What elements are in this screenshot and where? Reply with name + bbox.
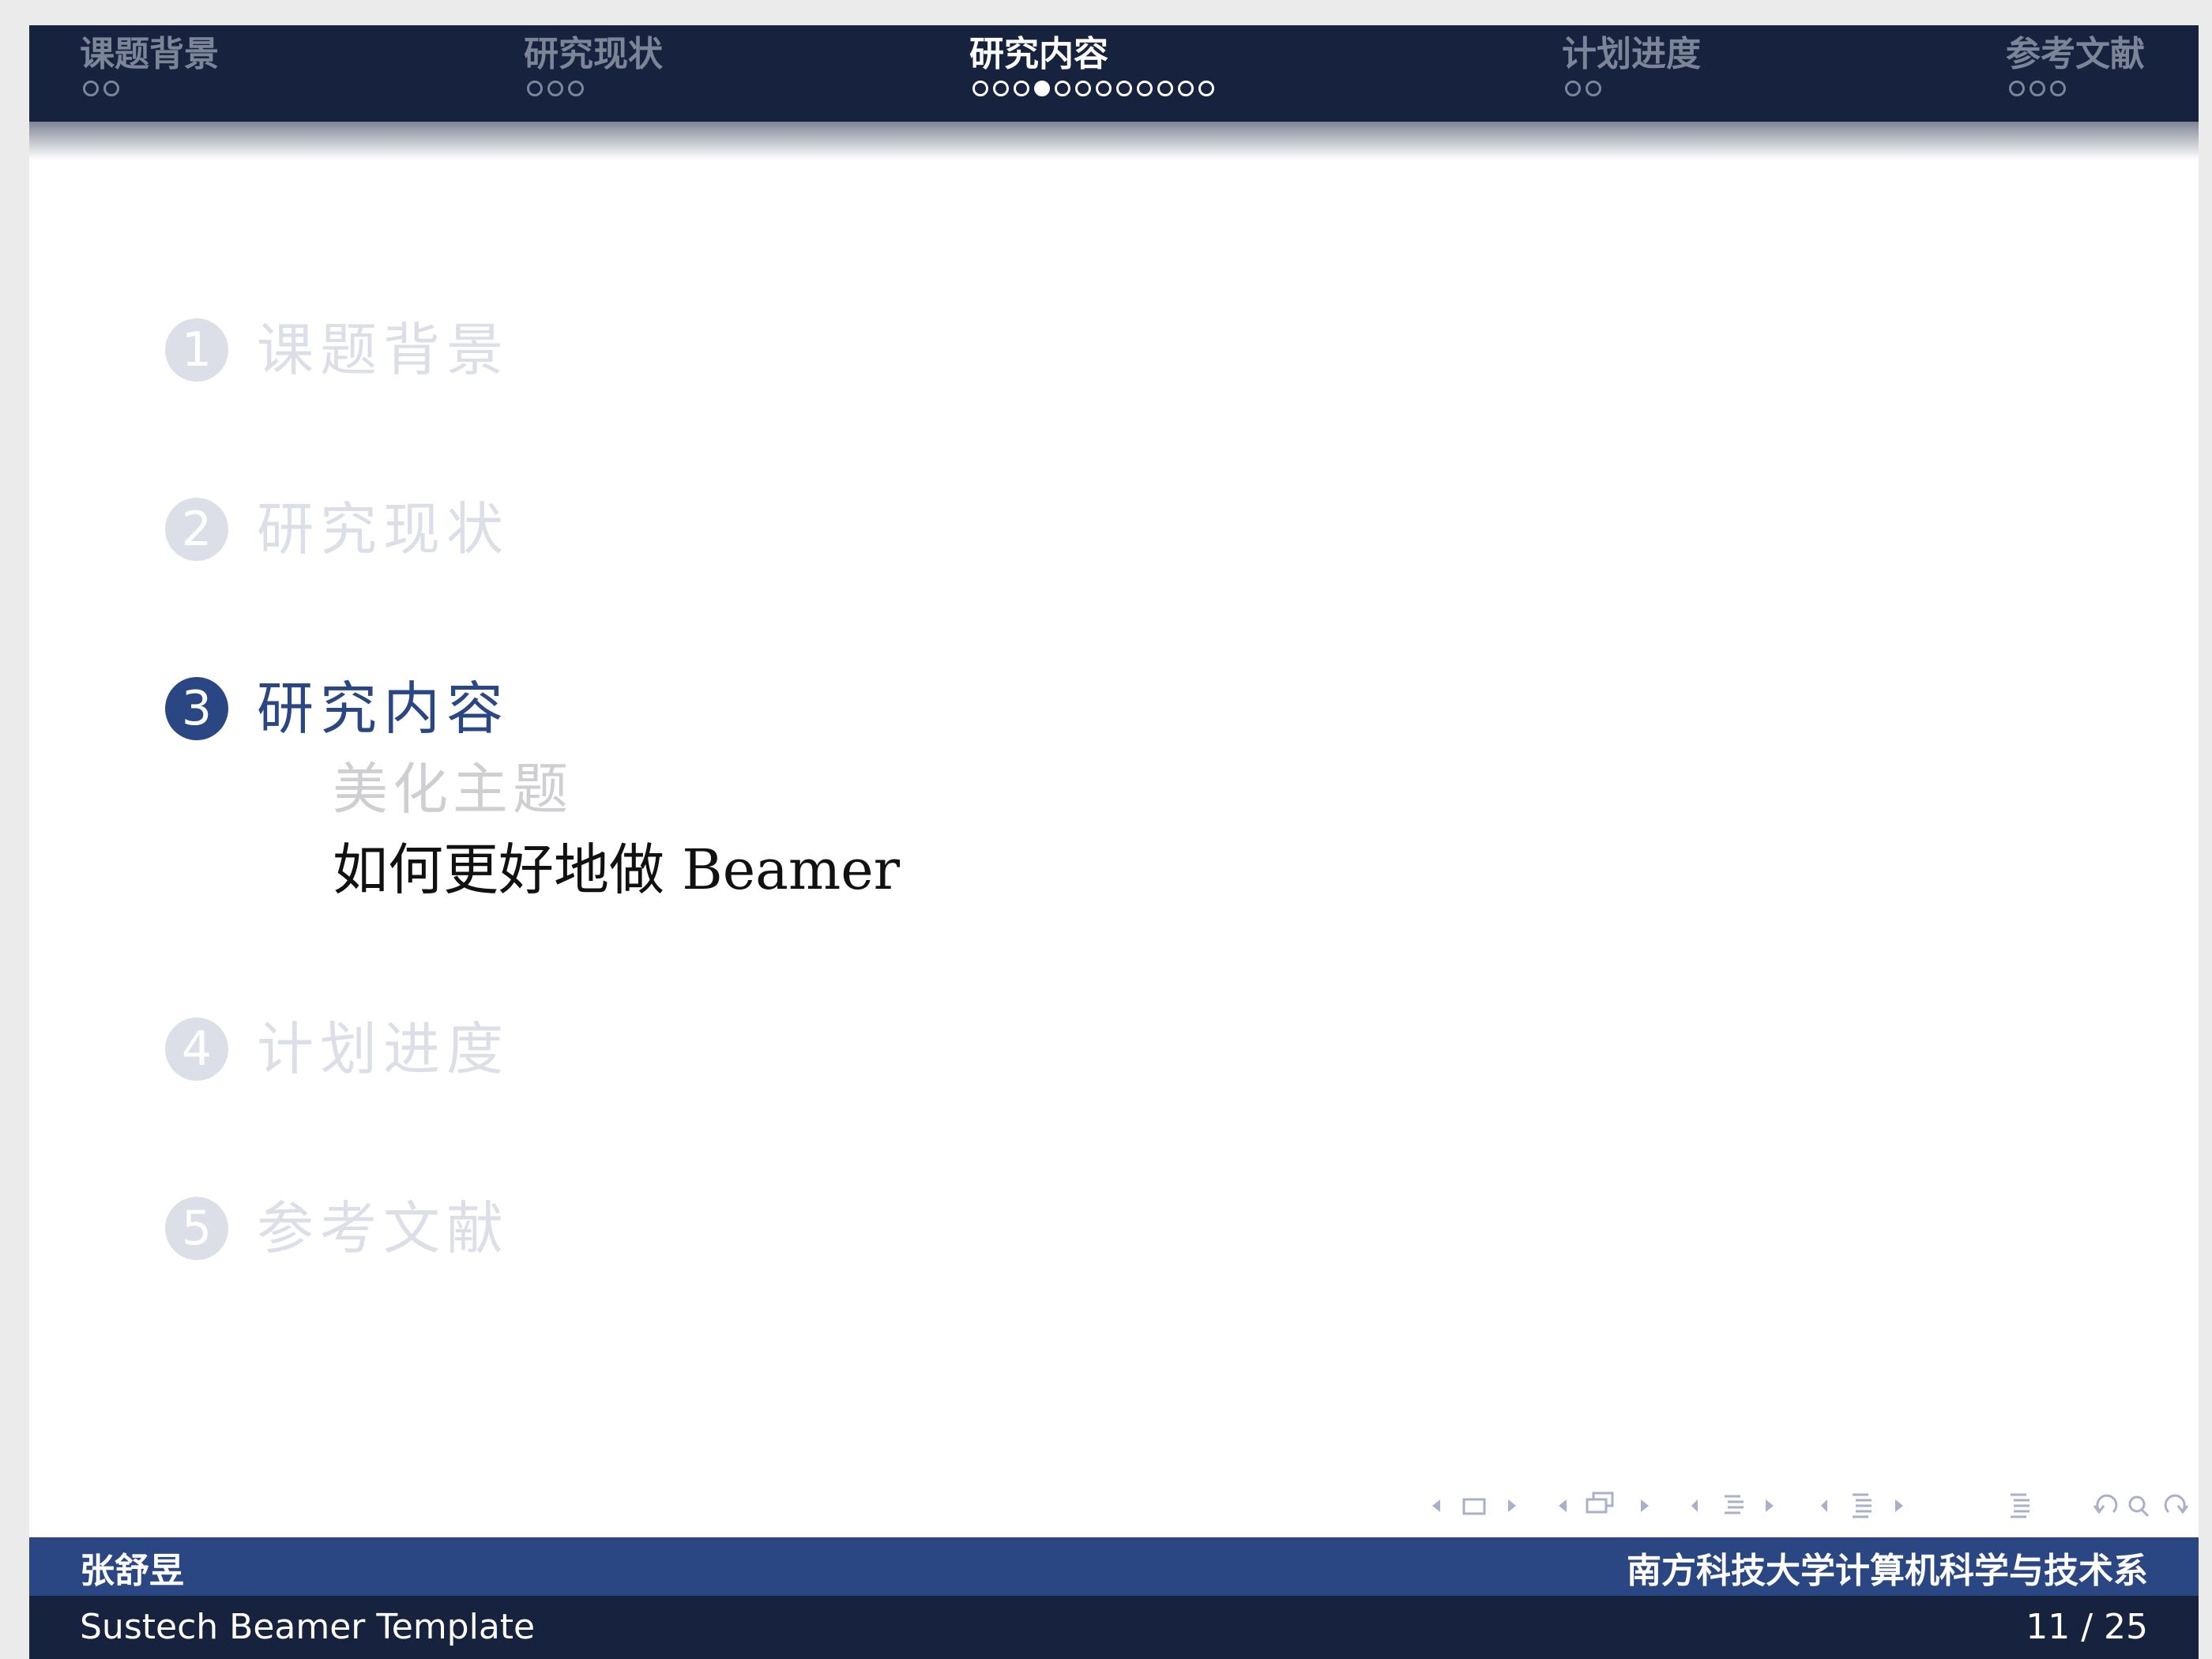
toc-item-background[interactable]: 1 课题背景 bbox=[165, 314, 510, 386]
slide: 课题背景 研究现状 研究内容 计划进度 参考文献 1 课题背景 2 研究现状 3… bbox=[29, 25, 2199, 1659]
toc-label[interactable]: 计划进度 bbox=[257, 1014, 510, 1085]
frame-navigation-icon[interactable] bbox=[1426, 1488, 1568, 1523]
frame-dot[interactable] bbox=[547, 81, 563, 96]
section-navigation-icon[interactable] bbox=[1691, 1488, 1834, 1523]
toc-number-badge: 2 bbox=[165, 498, 228, 561]
institute-name: 南方科技大学计算机科学与技术系 bbox=[1627, 1551, 2148, 1591]
nav-section-title[interactable]: 研究内容 bbox=[969, 30, 1214, 79]
frame-dot[interactable] bbox=[1055, 81, 1070, 96]
frame-dot[interactable] bbox=[1157, 81, 1173, 96]
nav-section-content[interactable]: 研究内容 bbox=[969, 30, 1214, 96]
nav-section-title[interactable]: 研究现状 bbox=[524, 30, 663, 79]
frame-dot[interactable] bbox=[1014, 81, 1029, 96]
footer-top-bar: 张舒昱 南方科技大学计算机科学与技术系 bbox=[29, 1537, 2199, 1596]
nav-section-title[interactable]: 课题背景 bbox=[80, 30, 219, 79]
frame-dots bbox=[969, 81, 1214, 96]
nav-section-status[interactable]: 研究现状 bbox=[524, 30, 663, 96]
toc-number-badge: 1 bbox=[165, 318, 228, 382]
frame-dot-current[interactable] bbox=[1034, 81, 1050, 96]
section-navigation-bar: 课题背景 研究现状 研究内容 计划进度 参考文献 bbox=[29, 25, 2199, 122]
search-navigation-icon[interactable] bbox=[2090, 1488, 2199, 1523]
page-number: 11 / 25 bbox=[2026, 1607, 2148, 1647]
frame-dot[interactable] bbox=[1586, 81, 1601, 96]
frame-dot[interactable] bbox=[527, 81, 543, 96]
frame-dots bbox=[1562, 81, 1701, 96]
appendix-navigation-icon[interactable] bbox=[2007, 1488, 2055, 1523]
toc-label[interactable]: 研究内容 bbox=[257, 673, 510, 744]
frame-dot[interactable] bbox=[1096, 81, 1112, 96]
presentation-title: Sustech Beamer Template bbox=[80, 1607, 536, 1647]
frame-dot[interactable] bbox=[2050, 81, 2066, 96]
frame-dot[interactable] bbox=[1116, 81, 1132, 96]
toc-label[interactable]: 课题背景 bbox=[257, 314, 510, 386]
toc-item-content[interactable]: 3 研究内容 bbox=[165, 673, 510, 744]
frame-dot[interactable] bbox=[83, 81, 99, 96]
toc-label[interactable]: 研究现状 bbox=[257, 494, 510, 565]
toc-subitem-beamer[interactable]: 如何更好地做 Beamer bbox=[333, 834, 900, 905]
subsection-navigation-icon[interactable] bbox=[1552, 1488, 1695, 1523]
nav-section-references[interactable]: 参考文献 bbox=[2006, 30, 2145, 96]
frame-dot[interactable] bbox=[1565, 81, 1581, 96]
frame-dot[interactable] bbox=[2030, 81, 2045, 96]
toc-number-badge: 3 bbox=[165, 677, 228, 740]
toc-number-badge: 5 bbox=[165, 1197, 228, 1260]
toc-subitem-theme[interactable]: 美化主题 bbox=[333, 754, 573, 825]
toc-item-plan[interactable]: 4 计划进度 bbox=[165, 1014, 510, 1085]
frame-dot[interactable] bbox=[993, 81, 1009, 96]
frame-dot[interactable] bbox=[2009, 81, 2025, 96]
frame-dot[interactable] bbox=[972, 81, 988, 96]
frame-dot[interactable] bbox=[568, 81, 584, 96]
frame-dots bbox=[524, 81, 663, 96]
frame-dot[interactable] bbox=[1198, 81, 1214, 96]
nav-section-title[interactable]: 计划进度 bbox=[1562, 30, 1701, 79]
frame-dots bbox=[2006, 81, 2145, 96]
frame-dot[interactable] bbox=[1137, 81, 1153, 96]
nav-section-plan[interactable]: 计划进度 bbox=[1562, 30, 1701, 96]
document-navigation-icon[interactable] bbox=[1818, 1488, 1960, 1523]
toc-number-badge: 4 bbox=[165, 1018, 228, 1081]
frame-dots bbox=[80, 81, 219, 96]
toc-item-references[interactable]: 5 参考文献 bbox=[165, 1193, 510, 1264]
frame-dot[interactable] bbox=[103, 81, 119, 96]
header-shadow bbox=[29, 122, 2199, 160]
toc-label[interactable]: 参考文献 bbox=[257, 1193, 510, 1264]
frame-dot[interactable] bbox=[1075, 81, 1091, 96]
toc-item-status[interactable]: 2 研究现状 bbox=[165, 494, 510, 565]
author-name: 张舒昱 bbox=[80, 1551, 184, 1591]
footer-bottom-bar: Sustech Beamer Template 11 / 25 bbox=[29, 1596, 2199, 1659]
nav-section-background[interactable]: 课题背景 bbox=[80, 30, 219, 96]
nav-section-title[interactable]: 参考文献 bbox=[2006, 30, 2145, 79]
frame-dot[interactable] bbox=[1178, 81, 1194, 96]
